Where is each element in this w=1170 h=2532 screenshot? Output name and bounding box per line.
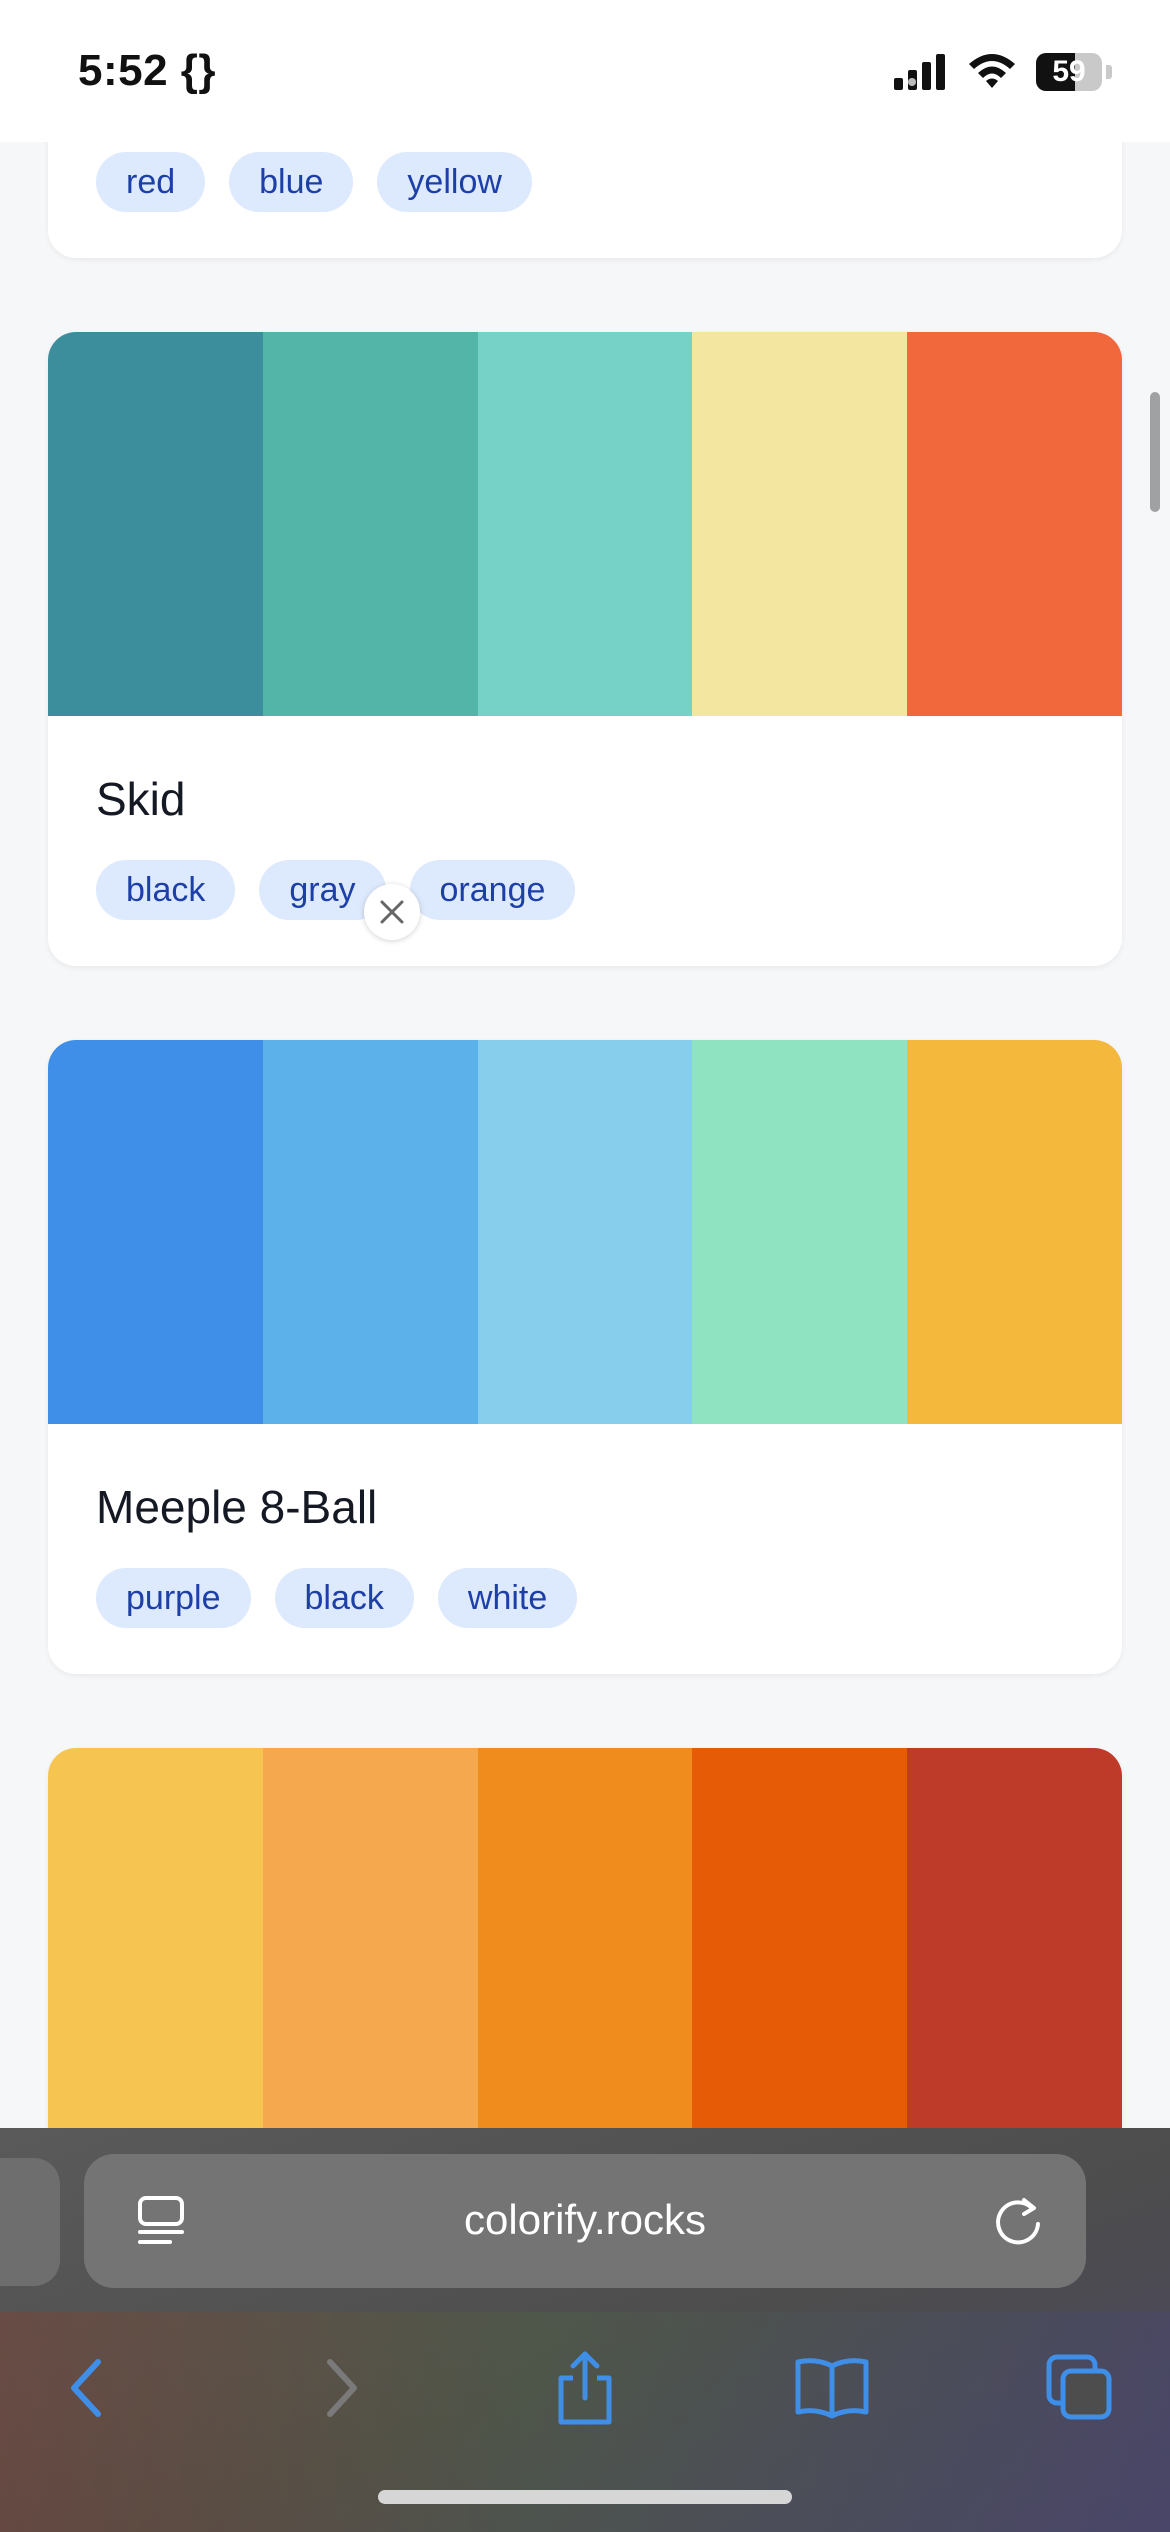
color-swatch[interactable]	[477, 1040, 693, 1424]
palette-card-meeple-8-ball[interactable]: Meeple 8-Ball purple black white	[48, 1040, 1122, 1674]
color-swatch[interactable]	[477, 332, 693, 716]
tag[interactable]: orange	[409, 860, 576, 920]
color-swatch[interactable]	[262, 1040, 478, 1424]
browser-nav-row	[0, 2328, 1170, 2448]
bookmarks-icon	[795, 2358, 869, 2419]
status-time: 5:52 {}	[78, 46, 217, 95]
tabs-icon	[1046, 2354, 1112, 2420]
scroll-indicator[interactable]	[1150, 392, 1160, 512]
cellular-signal-icon	[894, 54, 945, 90]
close-button[interactable]	[364, 884, 420, 940]
palette-swatches[interactable]	[48, 332, 1122, 716]
url-text[interactable]: colorify.rocks	[84, 2196, 1086, 2244]
back-icon	[71, 2359, 101, 2417]
address-bar[interactable]: colorify.rocks	[84, 2154, 1086, 2288]
tag[interactable]: red	[96, 152, 206, 212]
color-swatch[interactable]	[48, 332, 263, 716]
reload-icon	[996, 2198, 1040, 2245]
color-swatch[interactable]	[907, 332, 1122, 716]
bookmarks-button[interactable]	[792, 2348, 872, 2428]
wifi-icon	[969, 54, 1015, 88]
tag-list: red blue yellow	[96, 152, 532, 212]
tag[interactable]: white	[437, 1568, 578, 1628]
share-button[interactable]	[545, 2348, 625, 2428]
tag[interactable]: black	[274, 1568, 414, 1628]
color-swatch[interactable]	[692, 1040, 908, 1424]
home-indicator[interactable]	[378, 2490, 792, 2504]
palette-swatches[interactable]	[48, 1040, 1122, 1424]
palette-title: Skid	[96, 773, 186, 825]
tag[interactable]: yellow	[377, 152, 532, 212]
close-icon	[380, 900, 404, 924]
tabs-button[interactable]	[1040, 2348, 1120, 2428]
battery-level: 59	[1052, 55, 1086, 88]
tag[interactable]: purple	[96, 1568, 251, 1628]
share-icon	[558, 2351, 612, 2425]
color-swatch[interactable]	[48, 1040, 263, 1424]
color-swatch[interactable]	[262, 332, 478, 716]
status-bar: 5:52 {} 59	[0, 0, 1170, 142]
palette-title: Meeple 8-Ball	[96, 1481, 378, 1533]
tag-list: black gray orange	[96, 860, 576, 920]
tag[interactable]: black	[96, 860, 236, 920]
forward-icon	[327, 2359, 357, 2417]
previous-tab-peek[interactable]	[0, 2158, 60, 2286]
battery-icon: 59	[1036, 53, 1102, 91]
tag-list: purple black white	[96, 1568, 578, 1628]
status-icons: 59	[892, 52, 1112, 92]
palette-card-skid[interactable]: Skid black gray orange	[48, 332, 1122, 966]
tag[interactable]: blue	[229, 152, 354, 212]
forward-button[interactable]	[300, 2348, 380, 2428]
color-swatch[interactable]	[907, 1040, 1122, 1424]
color-swatch[interactable]	[692, 332, 908, 716]
reload-button[interactable]	[992, 2194, 1046, 2253]
battery-cap	[1106, 65, 1112, 79]
back-button[interactable]	[48, 2348, 128, 2428]
browser-toolbar: colorify.rocks	[0, 2128, 1170, 2532]
